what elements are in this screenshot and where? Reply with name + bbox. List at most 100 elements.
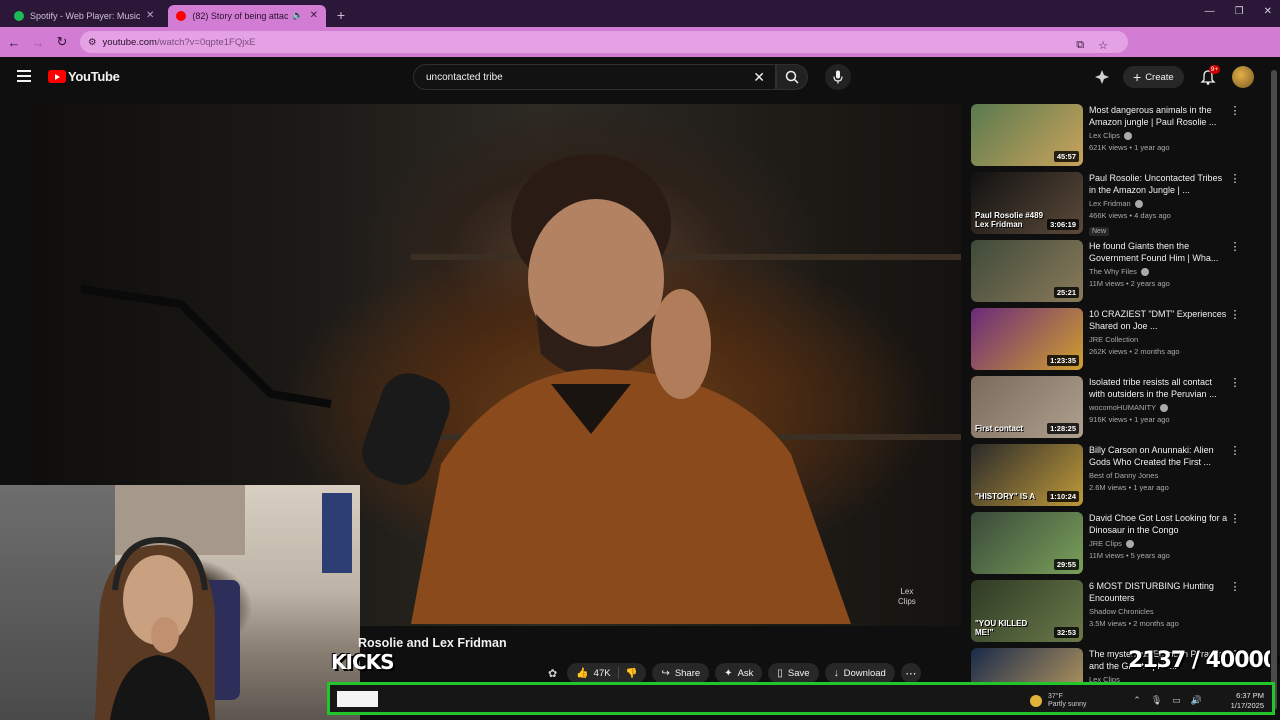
voice-search-button[interactable] [825, 64, 851, 90]
bookmark-icon: ▯ [777, 667, 783, 679]
minimize-icon[interactable]: — [1205, 6, 1215, 17]
share-button[interactable]: ↪ Share [652, 663, 710, 683]
more-options-icon[interactable]: ⋮ [1229, 582, 1241, 593]
verified-icon [1134, 199, 1143, 208]
thumbnail-text: "HISTORY" IS A [975, 492, 1036, 501]
scrollbar-thumb[interactable] [1271, 70, 1277, 710]
recommendation-title[interactable]: Most dangerous animals in the Amazon jun… [1089, 104, 1229, 128]
more-options-icon[interactable]: ⋮ [1229, 514, 1241, 525]
browser-tab-bar: Spotify - Web Player: Music for ✕ (82) S… [0, 0, 1280, 27]
tab-youtube[interactable]: (82) Story of being attacked 🔈 ✕ [168, 4, 326, 27]
tab-spotify[interactable]: Spotify - Web Player: Music for ✕ [6, 5, 162, 27]
close-tab-icon[interactable]: ✕ [146, 10, 154, 21]
chat-input[interactable] [337, 691, 378, 707]
like-button[interactable]: 👍 47K [576, 668, 610, 679]
notifications-button[interactable]: 9+ [1200, 65, 1221, 85]
search-input[interactable]: uncontacted tribe ✕ [413, 64, 776, 90]
more-options-icon[interactable]: ⋮ [1229, 106, 1241, 117]
header-actions: + Create 9+ [1095, 65, 1254, 88]
video-thumbnail[interactable]: "HISTORY" IS A 1:10:24 [971, 444, 1083, 506]
share-label: Share [674, 667, 701, 679]
taskbar-clock[interactable]: 6:37 PM 1/17/2025 [1231, 691, 1264, 711]
weather-widget[interactable]: 37°F Partly sunny [1030, 693, 1087, 709]
duration-badge: 1:23:35 [1047, 355, 1079, 366]
video-thumbnail[interactable]: First contact 1:28:25 [971, 376, 1083, 438]
video-thumbnail[interactable]: 45:57 [971, 104, 1083, 166]
tray-chevron-icon[interactable]: ⌃ [1133, 695, 1141, 706]
channel-name[interactable]: Shadow Chronicles [1089, 607, 1154, 616]
channel-name[interactable]: Lex Clips [1089, 131, 1120, 140]
tray-volume-icon[interactable]: 🔊 [1191, 695, 1202, 706]
recommendation-title[interactable]: He found Giants then the Government Foun… [1089, 240, 1229, 264]
gemini-icon[interactable] [1095, 70, 1109, 84]
youtube-logo[interactable]: YouTube [48, 69, 120, 84]
save-button[interactable]: ▯ Save [768, 663, 819, 683]
recommendation-item[interactable]: Paul Rosolie #489 Lex Fridman 3:06:19 Paul… [971, 172, 1251, 240]
recommendation-item[interactable]: 45:57 Most dangerous animals in the Amazo… [971, 104, 1251, 172]
recommendation-title[interactable]: Billy Carson on Anunnaki: Alien Gods Who… [1089, 444, 1229, 468]
url-host: youtube.com [102, 36, 157, 48]
forward-icon[interactable]: → [26, 35, 50, 50]
more-options-icon[interactable]: ⋮ [1229, 446, 1241, 457]
video-thumbnail[interactable]: 25:21 [971, 240, 1083, 302]
channel-name[interactable]: wocomoHUMANITY [1089, 403, 1156, 412]
more-options-icon[interactable]: ⋮ [1229, 242, 1241, 253]
video-thumbnail[interactable]: 29:55 [971, 512, 1083, 574]
page-scrollbar[interactable] [1270, 60, 1278, 720]
reload-icon[interactable]: ↻ [50, 34, 74, 50]
account-avatar[interactable] [1231, 66, 1254, 88]
create-button[interactable]: + Create [1123, 66, 1184, 88]
more-options-icon[interactable]: ⋮ [1229, 310, 1241, 321]
video-thumbnail[interactable]: "YOU KILLED ME!" 32:53 [971, 580, 1083, 642]
address-bar[interactable]: ⚙ youtube.com/watch?v=0qpte1FQjxE ⧉ ☆ [80, 31, 1128, 53]
thumbs-down-icon[interactable]: 👎 [626, 668, 638, 679]
back-icon[interactable]: ← [2, 35, 26, 50]
recommendation-item[interactable]: First contact 1:28:25 Isolated tribe resis… [971, 376, 1251, 444]
verified-icon [1160, 403, 1169, 412]
more-options-icon[interactable]: ⋮ [1229, 378, 1241, 389]
duration-badge: 29:55 [1053, 559, 1079, 570]
channel-name[interactable]: The Why Files [1089, 267, 1137, 276]
duration-badge: 1:28:25 [1047, 423, 1079, 434]
search-icon [785, 70, 799, 84]
thumbs-up-icon: 👍 [576, 667, 589, 679]
speaker-icon[interactable]: 🔈 [292, 10, 303, 21]
recommendation-title[interactable]: David Choe Got Lost Looking for a Dinosa… [1089, 512, 1229, 536]
close-window-icon[interactable]: ✕ [1264, 6, 1272, 17]
search-button[interactable] [776, 64, 808, 90]
recommendation-item[interactable]: 25:21 He found Giants then the Government… [971, 240, 1251, 308]
more-options-icon[interactable]: ⋮ [1229, 174, 1241, 185]
recommendation-item[interactable]: 1:23:35 10 CRAZIEST "DMT" Experiences Sha… [971, 308, 1251, 376]
tray-mic-icon[interactable]: 🎙 [1151, 695, 1162, 706]
install-icon[interactable]: ⧉ [1076, 39, 1084, 52]
clear-search-icon[interactable]: ✕ [753, 69, 765, 86]
duration-badge: 45:57 [1053, 151, 1079, 162]
recommendation-item[interactable]: "HISTORY" IS A 1:10:24 Billy Carson on Anu… [971, 444, 1251, 512]
maximize-icon[interactable]: ❐ [1235, 6, 1244, 17]
ask-button[interactable]: ✦ Ask [715, 663, 763, 683]
recommendation-title[interactable]: Paul Rosolie: Uncontacted Tribes in the … [1089, 172, 1229, 196]
download-button[interactable]: ↓ Download [824, 663, 895, 683]
new-tab-button[interactable]: + [332, 6, 350, 24]
video-thumbnail[interactable]: Paul Rosolie #489 Lex Fridman 3:06:19 [971, 172, 1083, 234]
search-query: uncontacted tribe [426, 71, 503, 83]
recommendation-item[interactable]: 29:55 David Choe Got Lost Looking for a D… [971, 512, 1251, 580]
duration-badge: 32:53 [1053, 627, 1079, 638]
channel-name[interactable]: JRE Clips [1089, 539, 1122, 548]
bookmark-star-icon[interactable]: ☆ [1098, 39, 1108, 52]
video-thumbnail[interactable]: 1:23:35 [971, 308, 1083, 370]
recommendation-item[interactable]: "YOU KILLED ME!" 32:53 6 MOST DISTURBING H… [971, 580, 1251, 648]
recommendation-title[interactable]: 10 CRAZIEST "DMT" Experiences Shared on … [1089, 308, 1229, 332]
site-info-icon[interactable]: ⚙ [88, 37, 97, 48]
hamburger-menu-icon[interactable] [17, 70, 31, 85]
recommendation-title[interactable]: Isolated tribe resists all contact with … [1089, 376, 1229, 400]
video-meta: 2.6M views • 1 year ago [1089, 483, 1169, 492]
recommendation-title[interactable]: 6 MOST DISTURBING Hunting Encounters [1089, 580, 1229, 604]
tray-network-icon[interactable]: ▭ [1172, 695, 1181, 706]
close-tab-icon[interactable]: ✕ [310, 10, 318, 21]
more-actions-button[interactable]: ⋯ [900, 663, 921, 683]
channel-name[interactable]: Lex Fridman [1089, 199, 1131, 208]
channel-name[interactable]: JRE Collection [1089, 335, 1138, 344]
channel-name[interactable]: Best of Danny Jones [1089, 471, 1158, 480]
channel-avatar-icon[interactable]: ✿ [548, 667, 557, 680]
